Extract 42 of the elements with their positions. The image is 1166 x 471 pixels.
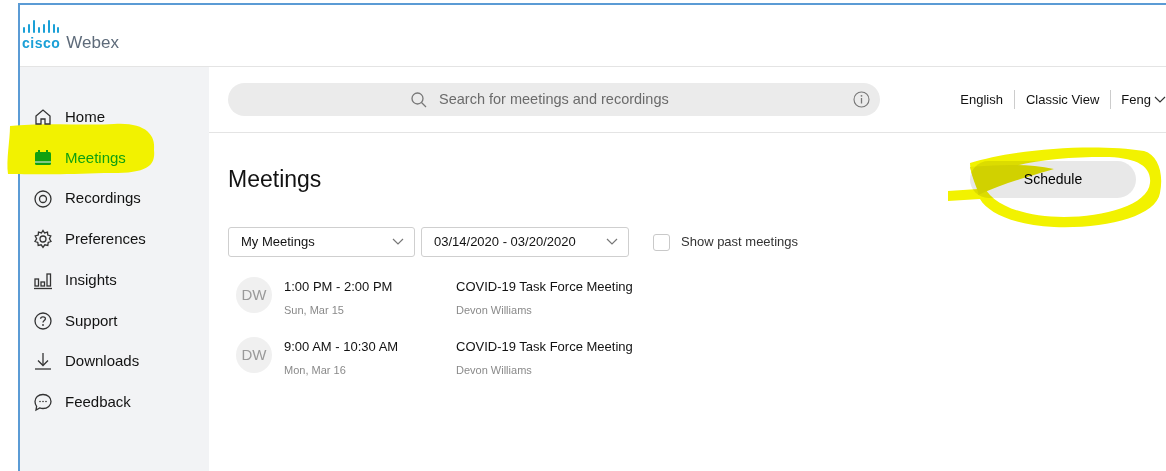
meeting-host: Devon Williams: [456, 302, 533, 318]
settings-icon: [33, 229, 53, 250]
chevron-down-icon: [392, 238, 404, 246]
sidebar-item[interactable]: Feedback: [20, 381, 209, 423]
chat-bubble-icon: [33, 392, 53, 413]
avatar: DW: [236, 277, 272, 313]
download-icon: [33, 351, 53, 372]
home-icon: [33, 107, 53, 128]
user-menu[interactable]: Feng: [1111, 89, 1166, 110]
header-link[interactable]: Classic View: [1014, 89, 1112, 110]
bar-chart-icon: [33, 270, 53, 291]
sidebar-item[interactable]: Preferences: [20, 219, 209, 260]
chevron-down-icon: [1154, 95, 1166, 104]
search-field[interactable]: Search for meetings and recordings: [228, 83, 880, 116]
chevron-down-icon: [606, 238, 618, 246]
meeting-date: Sun, Mar 15: [284, 302, 345, 318]
meeting-time: 1:00 PM - 2:00 PM: [284, 278, 394, 296]
sidebar-item[interactable]: Home: [20, 97, 209, 138]
meeting-time: 9:00 AM - 10:30 AM: [284, 338, 400, 356]
sidebar-item[interactable]: Insights: [20, 259, 209, 301]
info-icon[interactable]: [853, 91, 870, 108]
avatar: DW: [236, 337, 272, 373]
logo-brand: cisco: [22, 36, 61, 50]
checkbox-label: Show past meetings: [681, 233, 799, 252]
meeting-host: Devon Williams: [456, 362, 533, 378]
header-link[interactable]: English: [949, 89, 1015, 110]
sidebar-item[interactable]: Downloads: [20, 341, 209, 382]
help-icon: [33, 310, 53, 331]
meeting-date: Mon, Mar 16: [284, 362, 347, 378]
sidebar-item[interactable]: Support: [20, 300, 209, 342]
search-input[interactable]: Search for meetings and recordings: [437, 87, 697, 112]
page-title: Meetings: [228, 165, 322, 194]
meeting-title[interactable]: COVID-19 Task Force Meeting: [456, 337, 633, 357]
sidebar-item[interactable]: Recordings: [20, 178, 209, 220]
meeting-scope-dropdown[interactable]: My Meetings: [228, 227, 415, 257]
logo-product: Webex: [66, 34, 119, 51]
record-icon: [33, 188, 53, 209]
date-range-dropdown[interactable]: 03/14/2020 - 03/20/2020: [421, 227, 629, 257]
logo-bars-icon: [22, 20, 60, 34]
checkbox[interactable]: [653, 233, 670, 251]
search-icon: [411, 91, 427, 108]
meeting-title[interactable]: COVID-19 Task Force Meeting: [456, 277, 633, 297]
